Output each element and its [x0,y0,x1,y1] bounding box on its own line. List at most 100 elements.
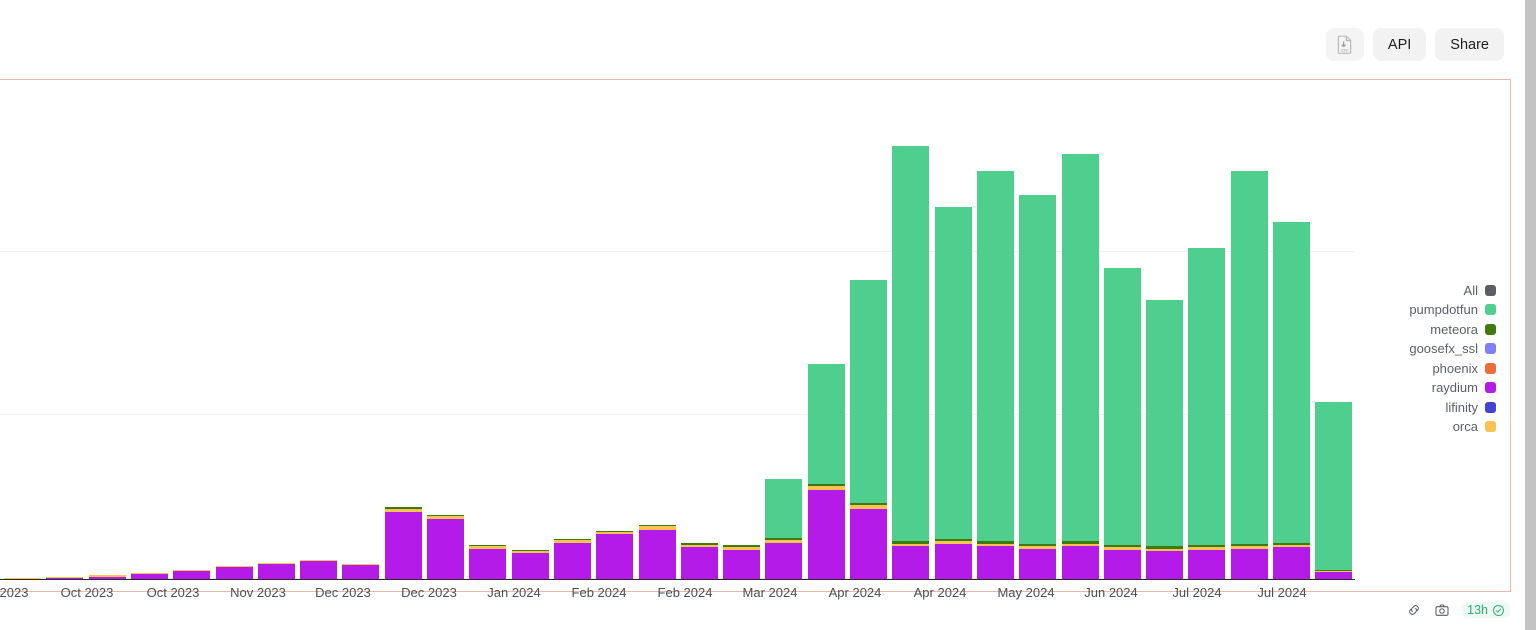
x-axis-tick-label: May 2024 [997,585,1055,600]
top-toolbar: csv API Share [0,0,1538,79]
legend-item-goosefx_ssl[interactable]: goosefx_ssl [1366,341,1496,356]
x-axis-tick-label: Oct 2023 [60,585,114,600]
bar-column[interactable] [723,545,761,579]
bar-column[interactable] [1273,222,1310,579]
legend-item-pumpdotfun[interactable]: pumpdotfun [1366,302,1496,317]
x-axis-tick-label: Dec 2023 [401,585,457,600]
x-axis-tick-label: Feb 2024 [657,585,713,600]
bar-segment-raydium [384,512,422,579]
bar-column[interactable] [1146,299,1184,579]
bar-column[interactable] [511,549,549,579]
bar-segment-raydium [638,529,676,579]
bar-segment-pumpdotfun [934,207,972,540]
x-axis-tick-label: Mar 2024 [742,585,798,600]
bar-segment-raydium [300,561,338,579]
bar-segment-raydium [850,508,887,579]
x-axis-tick-label: 2023 [0,585,29,600]
x-axis-tick-label: Jun 2024 [1084,585,1138,600]
bar-segment-raydium [215,567,253,579]
legend-item-orca[interactable]: orca [1366,420,1496,433]
bar-column[interactable] [892,146,930,579]
legend-color-swatch [1485,304,1496,315]
bar-column[interactable] [215,566,253,579]
legend-item-label: meteora [1430,321,1478,337]
bar-segment-raydium [257,563,295,579]
bar-segment-pumpdotfun [1103,268,1141,545]
x-axis-tick-label: Oct 2023 [146,585,200,600]
bar-column[interactable] [1315,401,1353,579]
data-freshness-badge[interactable]: 13h [1462,602,1510,618]
bar-segment-raydium [1273,547,1310,579]
bar-segment-pumpdotfun [1315,401,1353,570]
bar-column[interactable] [934,207,972,579]
bar-segment-raydium [553,542,591,579]
bar-segment-raydium [1146,550,1184,579]
bar-column[interactable] [765,479,803,579]
svg-text:csv: csv [1342,48,1350,53]
bar-column[interactable] [384,507,422,579]
api-button[interactable]: API [1372,28,1427,61]
bar-column[interactable] [807,364,845,579]
bar-column[interactable] [427,514,464,579]
bar-segment-raydium [427,519,464,579]
share-button[interactable]: Share [1435,28,1504,61]
bar-segment-pumpdotfun [807,364,845,484]
bar-segment-pumpdotfun [1061,154,1099,542]
scrollbar-thumb[interactable] [1525,0,1536,630]
bar-series-container [0,80,1355,579]
bar-column[interactable] [342,563,380,579]
legend-color-swatch [1485,382,1496,393]
legend-item-phoenix[interactable]: phoenix [1366,362,1496,375]
bar-segment-pumpdotfun [1273,222,1310,543]
bar-segment-raydium [1019,548,1057,579]
bar-column[interactable] [596,530,634,579]
camera-icon[interactable] [1434,602,1450,618]
chart-panel: All pumpdotfun meteora goosefx_sslphoenix ra… [0,79,1511,592]
legend-item-label: All [1463,282,1478,298]
bar-column[interactable] [850,279,887,579]
bar-column[interactable] [1230,170,1268,579]
page-scrollbar[interactable] [1523,0,1538,630]
legend-item-label: pumpdotfun [1409,302,1478,317]
bar-column[interactable] [1019,195,1057,579]
toolbar-actions: csv API Share [1325,28,1504,61]
csv-download-icon: csv [1338,35,1352,54]
bar-column[interactable] [469,545,507,579]
bar-segment-raydium [342,564,380,579]
bar-segment-raydium [1061,546,1099,579]
check-circle-icon [1493,604,1504,616]
x-axis-line [0,579,1355,580]
bar-column[interactable] [553,539,591,579]
legend-item-label: goosefx_ssl [1409,341,1478,356]
legend-item-label: lifinity [1445,399,1478,415]
bar-column[interactable] [680,542,718,579]
bar-segment-raydium [765,542,803,579]
bar-segment-raydium [469,548,507,579]
bar-column[interactable] [976,170,1014,579]
bar-segment-raydium [976,546,1014,579]
bar-segment-raydium [1230,548,1268,579]
legend-item-all[interactable]: All [1366,282,1496,298]
bar-segment-pumpdotfun [765,479,803,538]
legend-item-lifinity[interactable]: lifinity [1366,399,1496,415]
link-icon[interactable] [1406,602,1422,618]
csv-download-button[interactable]: csv [1325,28,1364,61]
bar-segment-pumpdotfun [1188,248,1226,545]
bar-column[interactable] [173,569,211,579]
bar-column[interactable] [257,562,295,579]
bar-column[interactable] [1061,154,1099,579]
legend-item-raydium[interactable]: raydium [1366,381,1496,394]
bar-segment-raydium [1315,571,1353,579]
legend-item-meteora[interactable]: meteora [1366,321,1496,337]
bar-segment-raydium [892,546,930,579]
bar-column[interactable] [300,560,338,579]
bar-segment-pumpdotfun [1230,170,1268,544]
plot-area[interactable] [0,80,1355,580]
legend-color-swatch [1485,401,1496,413]
bar-column[interactable] [1188,248,1226,579]
bar-segment-raydium [511,553,549,579]
bar-column[interactable] [638,525,676,579]
bar-column[interactable] [1103,268,1141,579]
x-axis-tick-label: Apr 2024 [828,585,882,600]
bar-segment-pumpdotfun [976,170,1014,542]
